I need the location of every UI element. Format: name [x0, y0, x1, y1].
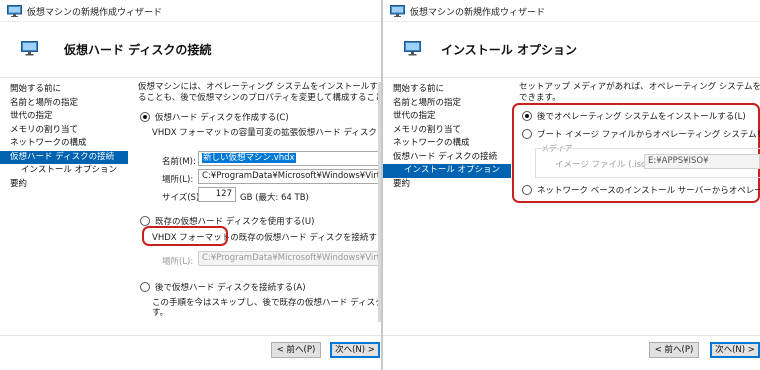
later-disk-label: 後で仮想ハード ディスクを接続する(A): [155, 283, 306, 293]
nav-item-generation[interactable]: 世代の指定: [383, 110, 511, 124]
nav-item-before-you-begin[interactable]: 開始する前に: [383, 83, 511, 97]
window-title: 仮想マシンの新規作成ウィザード: [27, 8, 163, 18]
existing-location-field[interactable]: C:¥ProgramData¥Microsoft¥Windows¥Virtual…: [198, 251, 381, 266]
nav-item-summary[interactable]: 要約: [383, 178, 511, 192]
nav-item-network[interactable]: ネットワークの構成: [0, 137, 128, 151]
install-later-radio[interactable]: [522, 111, 532, 121]
page-content: セットアップ メディアがあれば、オペレーティング システムを今インストール でき…: [519, 82, 760, 104]
disk-name-value: 新しい仮想マシン.vhdx: [202, 153, 296, 163]
footer-divider: [0, 335, 381, 336]
window-title: 仮想マシンの新規作成ウィザード: [410, 8, 546, 18]
page-title: 仮想ハード ディスクの接続: [64, 43, 212, 57]
install-later-option[interactable]: 後でオペレーティング システムをインストールする(L): [522, 110, 746, 122]
name-label: 名前(M):: [162, 157, 196, 167]
later-disk-option[interactable]: 後で仮想ハード ディスクを接続する(A): [140, 281, 306, 293]
later-disk-description-line2: す。: [152, 308, 169, 318]
nav-item-install-options[interactable]: インストール オプション: [0, 164, 128, 178]
nav-item-generation[interactable]: 世代の指定: [0, 110, 128, 124]
footer-divider: [383, 335, 760, 336]
install-later-label: 後でオペレーティング システムをインストールする(L): [537, 112, 746, 122]
nav-item-summary[interactable]: 要約: [0, 178, 128, 192]
highlight-box: [142, 226, 228, 246]
right-wizard-window: 仮想マシンの新規作成ウィザード インストール オプション 開始する前に 名前と場…: [383, 0, 760, 370]
nav-item-memory[interactable]: メモリの割り当て: [383, 124, 511, 138]
nav-item-before-you-begin[interactable]: 開始する前に: [0, 83, 128, 97]
nav-item-virtual-disk[interactable]: 仮想ハード ディスクの接続: [0, 150, 128, 164]
monitor-icon: [404, 41, 421, 56]
nav-item-memory[interactable]: メモリの割り当て: [0, 124, 128, 138]
create-disk-option[interactable]: 仮想ハード ディスクを作成する(C): [140, 111, 289, 123]
intro-text-line2: ることも、後で仮想マシンのプロパティを変更して構成することもできます。: [138, 93, 381, 103]
size-label: サイズ(S):: [162, 193, 203, 203]
image-file-field[interactable]: E:¥APPS¥ISO¥: [644, 154, 760, 169]
disk-name-field[interactable]: 新しい仮想マシン.vhdx: [198, 151, 381, 166]
wizard-nav: 開始する前に 名前と場所の指定 世代の指定 メモリの割り当て ネットワークの構成…: [383, 83, 511, 191]
title-bar: 仮想マシンの新規作成ウィザード: [0, 0, 381, 22]
boot-image-label: ブート イメージ ファイルからオペレーティング システムをインストールす: [537, 130, 760, 140]
monitor-icon: [390, 5, 405, 17]
monitor-icon: [21, 41, 38, 56]
page-content: 仮想マシンには、オペレーティング システムをインストールするための記憶 ることも…: [138, 82, 381, 104]
boot-image-option[interactable]: ブート イメージ ファイルからオペレーティング システムをインストールす: [522, 128, 760, 140]
left-wizard-window: 仮想マシンの新規作成ウィザード 仮想ハード ディスクの接続 開始する前に 名前と…: [0, 0, 381, 370]
network-install-option[interactable]: ネットワーク ベースのインストール サーバーからオペレーティング シス: [522, 184, 760, 196]
later-disk-radio[interactable]: [140, 282, 150, 292]
nav-item-name-location[interactable]: 名前と場所の指定: [0, 97, 128, 111]
nav-item-virtual-disk[interactable]: 仮想ハード ディスクの接続: [383, 151, 511, 165]
disk-location-field[interactable]: C:¥ProgramData¥Microsoft¥Windows¥Virtual…: [198, 169, 381, 184]
monitor-icon: [7, 5, 22, 17]
nav-item-name-location[interactable]: 名前と場所の指定: [383, 97, 511, 111]
next-button[interactable]: 次へ(N) >: [710, 342, 760, 358]
page-title: インストール オプション: [441, 43, 577, 57]
existing-disk-radio[interactable]: [140, 216, 150, 226]
page-header: 仮想ハード ディスクの接続: [0, 22, 381, 78]
back-button[interactable]: < 前へ(P): [271, 342, 321, 358]
existing-location-label: 場所(L):: [162, 257, 194, 267]
boot-image-radio[interactable]: [522, 129, 532, 139]
nav-item-network[interactable]: ネットワークの構成: [383, 137, 511, 151]
nav-item-install-options[interactable]: インストール オプション: [383, 164, 511, 178]
size-unit-text: GB (最大: 64 TB): [240, 193, 309, 203]
back-button[interactable]: < 前へ(P): [649, 342, 699, 358]
title-bar: 仮想マシンの新規作成ウィザード: [383, 0, 760, 22]
intro-text-line1: 仮想マシンには、オペレーティング システムをインストールするための記憶: [138, 82, 381, 92]
network-install-label: ネットワーク ベースのインストール サーバーからオペレーティング シス: [537, 186, 760, 196]
network-install-radio[interactable]: [522, 185, 532, 195]
page-header: インストール オプション: [383, 22, 760, 78]
create-disk-description: VHDX フォーマットの容量可変の拡張仮想ハード ディスクを作成す: [152, 128, 381, 138]
wizard-nav: 開始する前に 名前と場所の指定 世代の指定 メモリの割り当て ネットワークの構成…: [0, 83, 128, 191]
create-disk-radio[interactable]: [140, 112, 150, 122]
next-button[interactable]: 次へ(N) >: [330, 342, 380, 358]
intro-text-line1: セットアップ メディアがあれば、オペレーティング システムを今インストール: [519, 82, 760, 92]
later-disk-description-line1: この手順を今はスキップし、後で既存の仮想ハード ディスクを接続: [152, 298, 381, 308]
create-disk-label: 仮想ハード ディスクを作成する(C): [155, 113, 289, 123]
location-label: 場所(L):: [162, 175, 194, 185]
disk-size-field[interactable]: 127: [198, 187, 236, 202]
